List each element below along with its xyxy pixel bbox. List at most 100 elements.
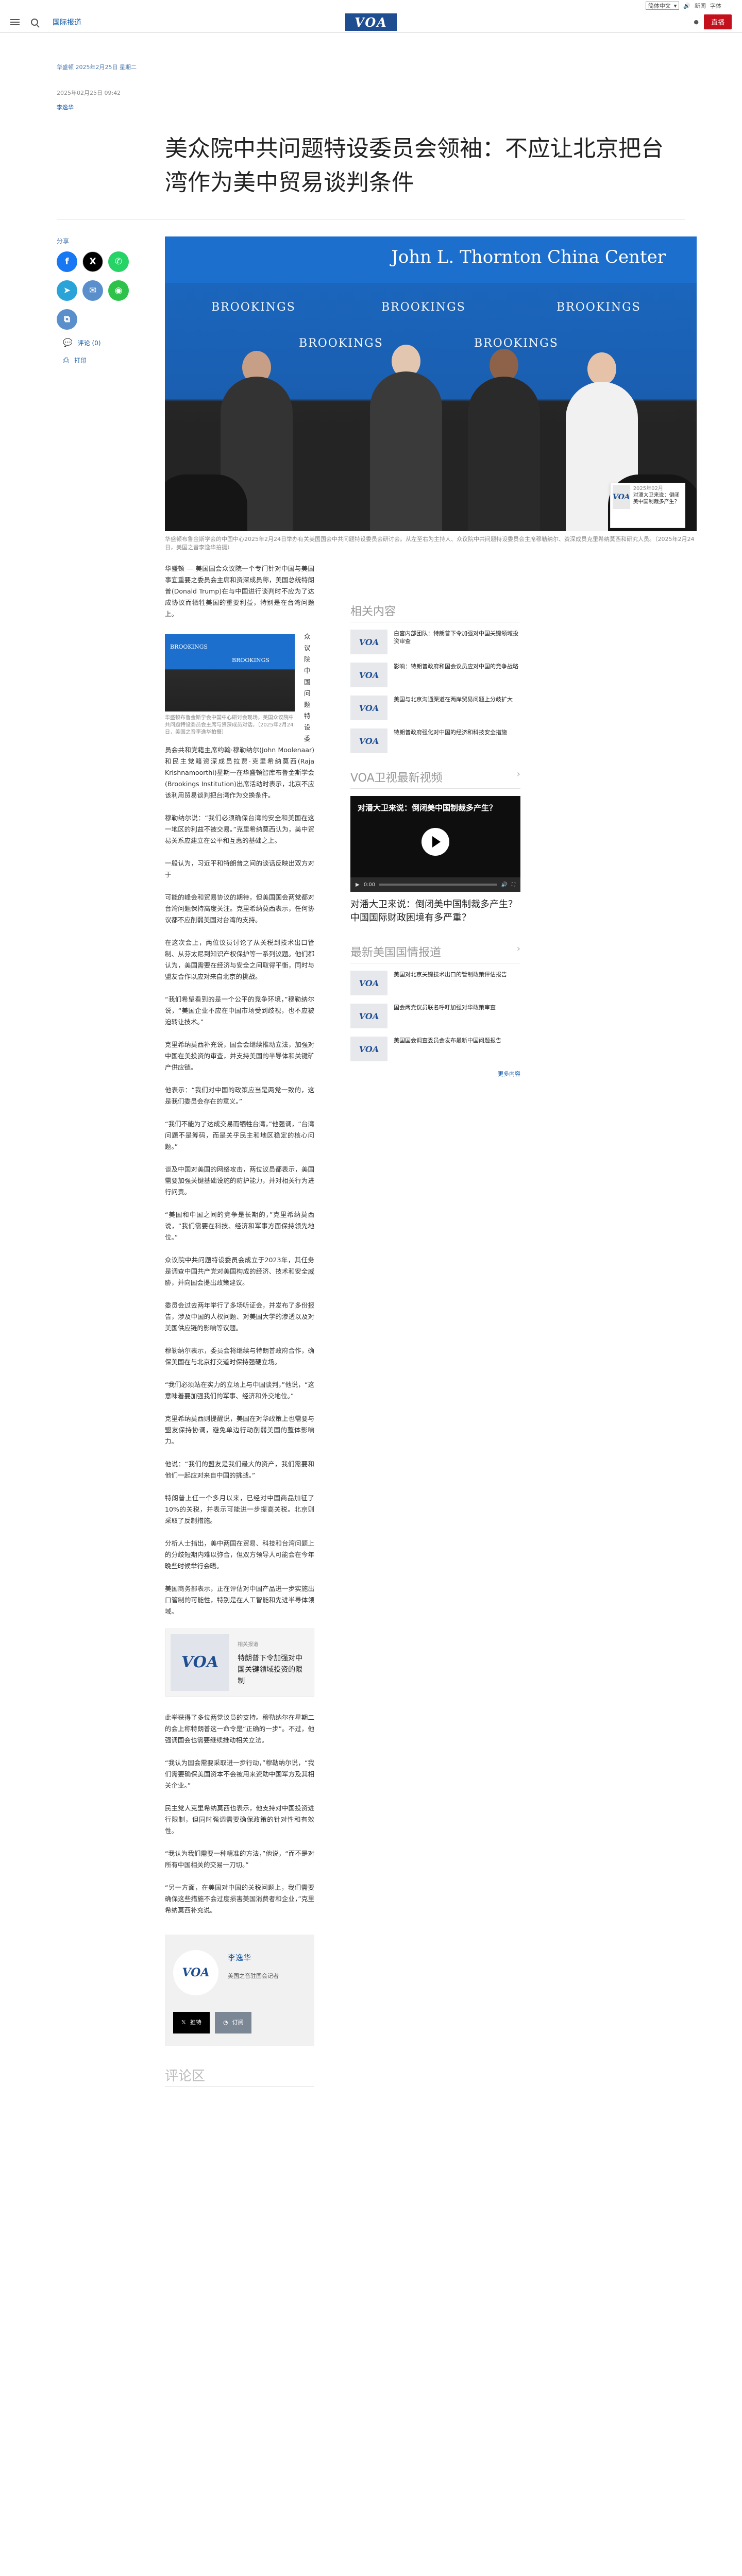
whatsapp-share-icon[interactable]: ✆: [108, 251, 129, 272]
article-body: 华盛顿 — 美国国会众议院一个专门针对中国与美国事宜重要之委员会主席和资深成员称…: [165, 563, 314, 2087]
hero-brand-text: BROOKINGS: [299, 337, 383, 350]
video-section-header[interactable]: VOA卫视最新视频 ›: [350, 769, 520, 789]
rss-button[interactable]: ◔ 订阅: [214, 2012, 252, 2033]
email-share-icon[interactable]: ✉: [82, 280, 103, 301]
sidebar-thumbnail: VOA: [350, 971, 387, 995]
font-label[interactable]: 字体: [710, 2, 721, 10]
comments-count: 评论 (0): [77, 339, 101, 347]
comment-icon: 💬: [63, 338, 73, 347]
author-role: 美国之音驻国会记者: [228, 1973, 279, 1979]
comments-title: 评论区: [165, 2069, 206, 2084]
menu-icon[interactable]: [10, 19, 20, 25]
hero-brand-text: BROOKINGS: [556, 301, 641, 314]
live-indicator-icon: ●: [694, 19, 699, 25]
related-content-header: 相关内容: [350, 602, 520, 622]
sidebar-thumbnail: VOA: [350, 728, 387, 753]
inline-figure[interactable]: BROOKINGS BROOKINGS 华盛顿布鲁金斯学会中国中心研讨会现场。美…: [165, 634, 295, 736]
article-paragraph: 众议院中共问题特设委员会成立于2023年，其任务是调查中国共产党对美国构成的经济…: [165, 1256, 314, 1286]
comments-link[interactable]: 💬 评论 (0): [57, 338, 165, 347]
telegram-share-icon[interactable]: ➤: [57, 280, 77, 301]
sidebar-item[interactable]: VOA 影响：特朗普政府和国会议员应对中国的竞争战略: [350, 663, 520, 687]
author-box: VOA 李逸华 美国之音驻国会记者 𝕏 推特 ◔ 订阅: [165, 1935, 314, 2046]
sidebar-thumbnail: VOA: [350, 696, 387, 720]
floating-video-card[interactable]: VOA 2025年02月 对潘大卫来说：倒闭美中国制裁多产生？: [610, 483, 685, 528]
article-paragraph: “另一方面，在美国对中国的关税问题上，我们需要确保这些措施不会过度损害美国消费者…: [165, 1884, 314, 1914]
volume-icon[interactable]: 🔊: [501, 882, 508, 888]
listen-label[interactable]: 新闻: [695, 2, 706, 10]
article-paragraph: “我认为我们需要一种精准的方法，”他说，“而不是对所有中国相关的交易一刀切。”: [165, 1850, 314, 1869]
language-select[interactable]: 简体中文 ▾: [645, 2, 680, 10]
sidebar-thumbnail: VOA: [350, 663, 387, 687]
comments-divider: [165, 2086, 314, 2087]
fullscreen-icon[interactable]: ⛶: [512, 882, 515, 888]
sidebar-thumbnail: VOA: [350, 1004, 387, 1028]
video-controls: ▶ 0:00 🔊 ⛶: [350, 877, 520, 892]
play-small-icon[interactable]: ▶: [356, 882, 360, 888]
article-paragraph: 美国商务部表示，正在评估对中国产品进一步实施出口管制的可能性，特别是在人工智能和…: [165, 1585, 314, 1615]
article-paragraph: 分析人士指出，美中两国在贸易、科技和台湾问题上的分歧短期内难以弥合，但双方领导人…: [165, 1539, 314, 1570]
print-link[interactable]: ⎙ 打印: [57, 355, 165, 365]
article-paragraph: “我们不能为了达成交易而牺牲台湾，”他强调，“台湾问题不是筹码，而是关乎民主和地…: [165, 1120, 314, 1150]
x-share-icon[interactable]: X: [82, 251, 103, 272]
article-content: John L. Thornton China Center BROOKINGS …: [165, 236, 697, 2087]
video-overlay-title: 对潘大卫来说：倒闭美中国制裁多产生？: [358, 803, 497, 812]
sidebar-item[interactable]: VOA 国会两党议员联名呼吁加强对华政策审查: [350, 1004, 520, 1028]
sidebar-item[interactable]: VOA 美国国会调查委员会发布最新中国问题报告: [350, 1037, 520, 1061]
x-follow-label: 推特: [190, 2019, 201, 2026]
sidebar-item[interactable]: VOA 特朗普政府强化对中国的经济和科技安全措施: [350, 728, 520, 753]
section-link[interactable]: 国际报道: [53, 17, 81, 27]
related-label: 相关报道: [238, 1642, 259, 1648]
more-link[interactable]: 更多内容: [350, 1070, 520, 1078]
video-player[interactable]: 对潘大卫来说：倒闭美中国制裁多产生？ ▶ 0:00 🔊 ⛶: [350, 796, 520, 892]
hero-brand-text: BROOKINGS: [474, 337, 559, 350]
rss-label: 订阅: [232, 2019, 244, 2026]
related-article-card[interactable]: VOA 相关报道 特朗普下令加强对中国关键领域投资的限制: [165, 1629, 314, 1697]
article-paragraph: 在这次会上，两位议员讨论了从关税到技术出口管制、从芬太尼到知识产权保护等一系列议…: [165, 939, 314, 980]
latest-section-title: 最新美国国情报道: [350, 946, 442, 959]
author-name[interactable]: 李逸华: [228, 1952, 279, 1963]
live-button[interactable]: 直播: [703, 14, 732, 29]
sidebar-item-title: 美国与北京沟通渠道在两岸贸易问题上分歧扩大: [394, 696, 513, 703]
article-paragraph: 民主党人克里希纳莫西也表示，他支持对中国投资进行限制，但同时强调需要确保政策的针…: [165, 1804, 314, 1835]
floating-date: 2025年02月: [633, 486, 663, 492]
published-date: 华盛顿 2025年2月25日 星期二: [57, 64, 137, 71]
video-progress-bar[interactable]: [379, 884, 497, 886]
sidebar-item[interactable]: VOA 美国与北京沟通渠道在两岸贸易问题上分歧扩大: [350, 696, 520, 720]
video-time: 0:00: [363, 882, 376, 888]
language-label: 简体中文: [648, 3, 671, 9]
rss-icon: ◔: [223, 2019, 228, 2026]
video-caption[interactable]: 对潘大卫来说：倒闭美中国制裁多产生？中国国际财政困境有多严重？: [350, 898, 520, 925]
latest-section-header[interactable]: 最新美国国情报道 ›: [350, 943, 520, 963]
article-paragraph: 他表示：“我们对中国的政策应当是两党一致的，这是我们委员会存在的意义。”: [165, 1086, 314, 1105]
speaker-figure: [370, 371, 442, 531]
facebook-share-icon[interactable]: f: [57, 251, 77, 272]
floating-thumbnail: VOA: [613, 485, 630, 509]
related-thumbnail: VOA: [171, 1634, 230, 1691]
voa-logo[interactable]: VOA: [345, 13, 397, 31]
sidebar-item-title: 白宫内部团队：特朗普下令加强对中国关键领域投资审查: [394, 630, 518, 645]
audience-figure: [165, 474, 247, 531]
sidebar-item[interactable]: VOA 美国对北京关键技术出口的管制政策评估报告: [350, 971, 520, 995]
author-link[interactable]: 李逸华: [57, 103, 685, 111]
search-icon[interactable]: [31, 18, 38, 26]
article-paragraph: 此举获得了多位两党议员的支持。穆勒纳尔在星期二的会上称特朗普这一命令是“正确的一…: [165, 1714, 314, 1744]
chevron-down-icon: ▾: [673, 2, 677, 9]
article-paragraph: “我认为国会需要采取进一步行动，”穆勒纳尔说，“我们需要确保美国资本不会被用来资…: [165, 1759, 314, 1789]
speaker-icon[interactable]: 🔊: [683, 3, 690, 9]
hero-brand-text: BROOKINGS: [381, 301, 466, 314]
hero-center-name: John L. Thornton China Center: [391, 247, 666, 267]
article-paragraph: “我们必须站在实力的立场上与中国谈判，”他说，“这意味着要加强我们的军事、经济和…: [165, 1381, 314, 1400]
line-share-icon[interactable]: ◉: [108, 280, 129, 301]
article-paragraph: “美国和中国之间的竞争是长期的，”克里希纳莫西说，“我们需要在科技、经济和军事方…: [165, 1211, 314, 1241]
article-paragraph: 克里希纳莫西补充说，国会会继续推动立法，加强对中国在美投资的审查，并支持美国的半…: [165, 1041, 314, 1071]
play-icon[interactable]: [421, 828, 449, 856]
hero-brand-text: BROOKINGS: [211, 301, 296, 314]
copy-link-icon[interactable]: ⧉: [57, 309, 77, 330]
utility-bar: 简体中文 ▾ 🔊 新闻 字体: [0, 0, 742, 11]
avatar: VOA: [173, 1950, 218, 1995]
article-paragraph: 穆勒纳尔说：“我们必须确保台湾的安全和美国在这一地区的利益不被交易。”克里希纳莫…: [165, 814, 314, 844]
sidebar-item[interactable]: VOA 白宫内部团队：特朗普下令加强对中国关键领域投资审查: [350, 630, 520, 654]
x-follow-button[interactable]: 𝕏 推特: [173, 2012, 210, 2033]
sidebar-item-title: 美国国会调查委员会发布最新中国问题报告: [394, 1037, 501, 1044]
sidebar-thumbnail: VOA: [350, 1037, 387, 1061]
